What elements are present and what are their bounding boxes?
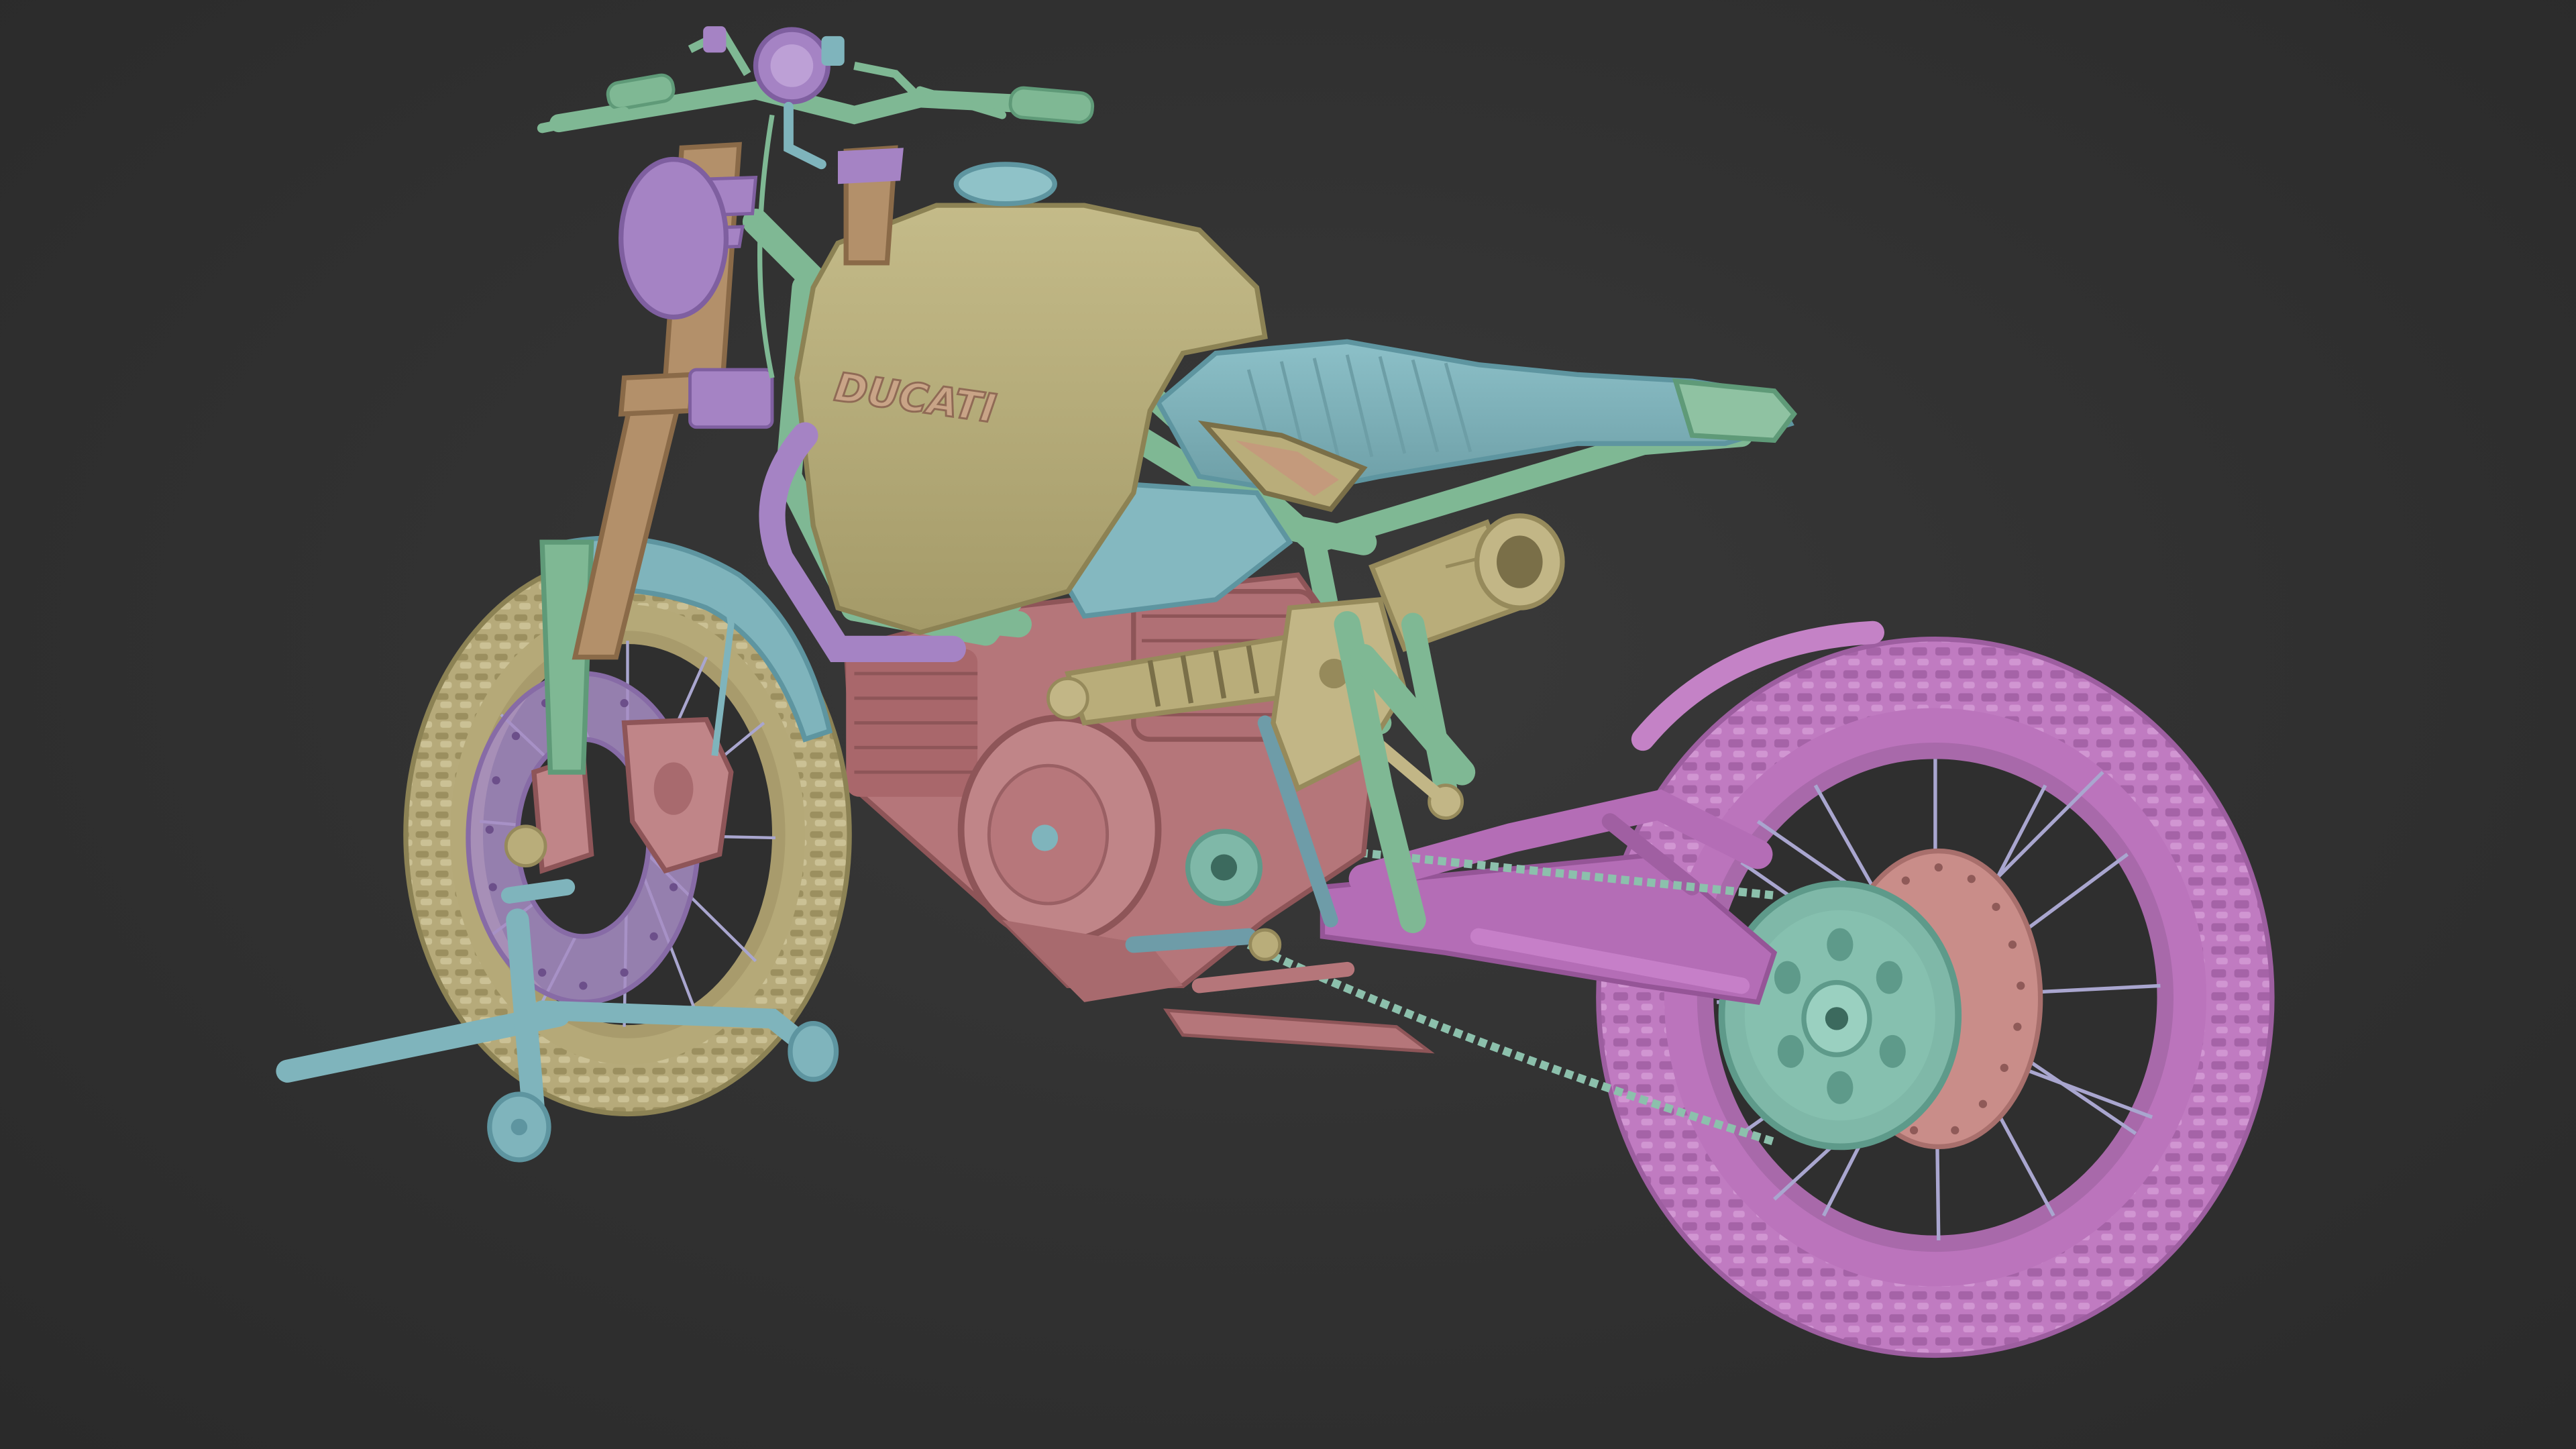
right-grip bbox=[1008, 86, 1095, 124]
3d-viewport[interactable]: DUCATI bbox=[0, 0, 2576, 1449]
exhaust bbox=[1368, 513, 1565, 652]
headlight bbox=[619, 156, 729, 320]
fuel-cap bbox=[953, 162, 1057, 207]
stand-wheel-right bbox=[788, 1021, 839, 1082]
motorcycle-render: DUCATI bbox=[276, 26, 2275, 1358]
